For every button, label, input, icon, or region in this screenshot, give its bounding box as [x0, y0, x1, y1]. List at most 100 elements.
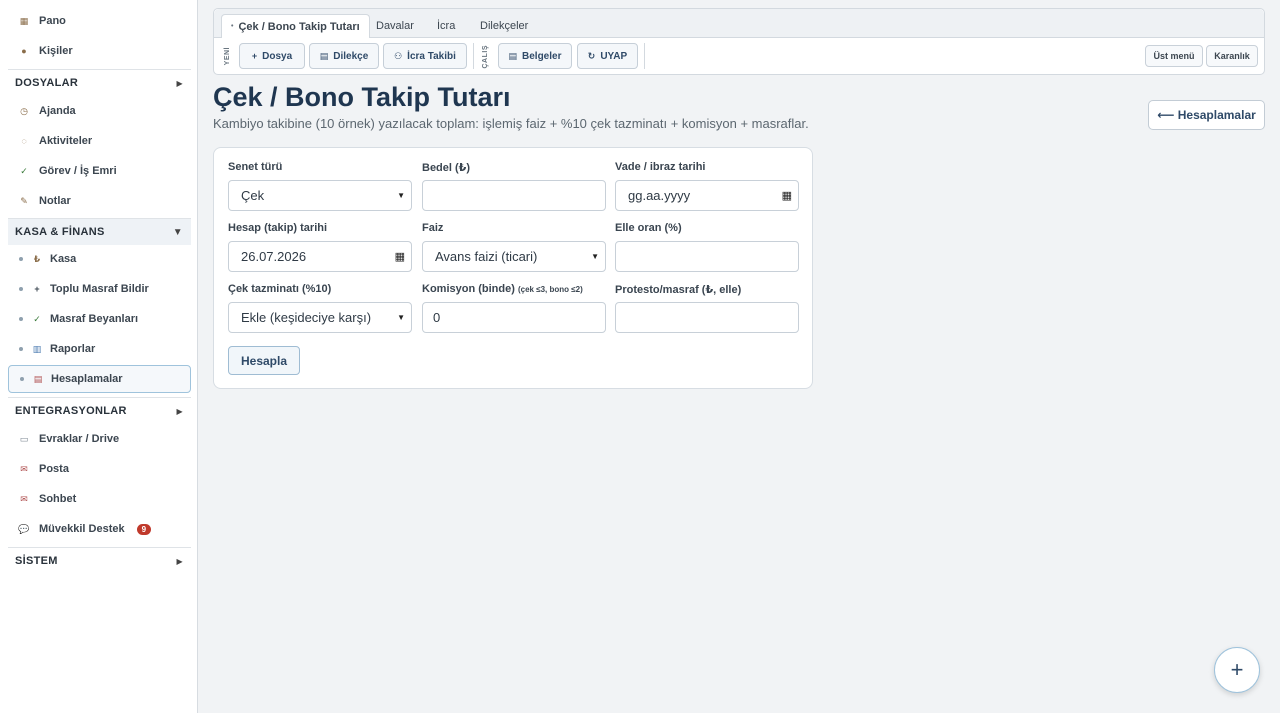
elle-oran-input[interactable]: [615, 241, 799, 272]
folder-icon: ▭: [19, 433, 29, 444]
new-dosya-button[interactable]: + Dosya: [239, 43, 305, 69]
calculation-form-card: Senet türü Çek ▼ Bedel (₺) Vade / ibraz …: [213, 147, 813, 389]
new-dilekce-button[interactable]: ▤ Dilekçe: [309, 43, 379, 69]
tab-strip: • Çek / Bono Takip Tutarı Davalar İcra D…: [214, 9, 1264, 38]
sidebar-item-label: Pano: [39, 15, 66, 27]
calendar-icon[interactable]: ▦: [782, 189, 792, 202]
chevron-right-icon: ▶: [176, 406, 183, 416]
sidebar-item-label: Toplu Masraf Bildir: [50, 283, 149, 295]
bedel-input[interactable]: [422, 180, 606, 211]
sidebar-item-hesaplamalar[interactable]: ▤ Hesaplamalar: [8, 365, 191, 393]
cek-tazminati-select[interactable]: Ekle (keşideciye karşı) ▼: [228, 302, 412, 333]
tab-label: İcra: [437, 20, 456, 32]
sidebar-item-notlar[interactable]: ✎ Notlar: [8, 187, 191, 215]
mail-icon: ✉: [20, 463, 28, 474]
komisyon-input[interactable]: 0: [422, 302, 606, 333]
belgeler-button[interactable]: ▤ Belgeler: [498, 43, 572, 69]
sidebar-item-sohbet[interactable]: ✉ Sohbet: [8, 485, 191, 513]
sidebar-item-evraklar[interactable]: ▭ Evraklar / Drive: [8, 425, 191, 453]
select-value: Avans faizi (ticari): [435, 249, 538, 264]
sidebar-item-gorev[interactable]: ✓ Görev / İş Emri: [8, 157, 191, 185]
chevron-down-icon: ▼: [397, 313, 405, 322]
tab-icra[interactable]: İcra: [437, 14, 455, 38]
komisyon-label-text: Komisyon (binde): [422, 283, 515, 295]
sidebar-item-masraf-beyanlari[interactable]: ✓ Masraf Beyanları: [8, 305, 191, 333]
back-to-hesaplamalar-button[interactable]: ⟵ Hesaplamalar: [1148, 100, 1265, 130]
vade-label: Vade / ibraz tarihi: [615, 161, 706, 173]
protesto-input[interactable]: [615, 302, 799, 333]
add-fab-button[interactable]: +: [1214, 647, 1260, 693]
tab-label: Çek / Bono Takip Tutarı: [238, 20, 360, 33]
chevron-down-icon: ▼: [172, 226, 183, 238]
plus-icon: +: [251, 51, 258, 61]
sidebar-item-pano[interactable]: ▦ Pano: [8, 7, 191, 35]
protesto-label: Protesto/masraf (₺, elle): [615, 284, 742, 296]
komisyon-label: Komisyon (binde) (çek ≤3, bono ≤2): [422, 283, 583, 295]
sidebar: ▦ Pano ● Kişiler DOSYALAR ▶ ◷ Ajanda ◌ A…: [0, 0, 198, 713]
bullet-icon: [19, 347, 23, 351]
hesap-tarihi-label: Hesap (takip) tarihi: [228, 222, 328, 234]
calendar-icon[interactable]: ▦: [395, 250, 405, 263]
chevron-right-icon: ▶: [176, 78, 183, 88]
senet-turu-select[interactable]: Çek ▼: [228, 180, 412, 211]
bullet-icon: [19, 287, 23, 291]
section-label: ENTEGRASYONLAR: [15, 405, 127, 417]
chevron-down-icon: ▼: [397, 191, 405, 200]
new-icra-takibi-button[interactable]: ⚇ İcra Takibi: [383, 43, 467, 69]
sidebar-item-label: Aktiviteler: [39, 135, 93, 147]
faiz-label: Faiz: [422, 222, 444, 234]
tab-davalar[interactable]: Davalar: [376, 14, 414, 38]
faiz-select[interactable]: Avans faizi (ticari) ▼: [422, 241, 606, 272]
tab-dilekceler[interactable]: Dilekçeler: [480, 14, 528, 38]
sidebar-item-label: Raporlar: [50, 343, 96, 355]
button-label: Üst menü: [1153, 51, 1195, 61]
sidebar-item-posta[interactable]: ✉ Posta: [8, 455, 191, 483]
plus-icon: +: [34, 284, 40, 294]
tab-label: Dilekçeler: [480, 20, 529, 32]
chevron-down-icon: ▼: [591, 252, 599, 261]
sidebar-item-muvekkil-destek[interactable]: 💬 Müvekkil Destek 9: [8, 515, 191, 543]
sidebar-item-label: Hesaplamalar: [51, 373, 123, 385]
section-sistem[interactable]: SİSTEM ▶: [8, 547, 191, 574]
vade-date-input[interactable]: gg.aa.yyyy ▦: [615, 180, 799, 211]
page-title: Çek / Bono Takip Tutarı: [213, 82, 511, 112]
check-icon: ✓: [20, 165, 28, 176]
section-dosyalar[interactable]: DOSYALAR ▶: [8, 69, 191, 96]
sidebar-item-aktiviteler[interactable]: ◌ Aktiviteler: [8, 127, 191, 155]
activity-icon: ◌: [21, 136, 27, 146]
cek-tazminati-label: Çek tazminatı (%10): [228, 283, 332, 295]
button-label: UYAP: [600, 50, 628, 62]
button-label: Dilekçe: [333, 50, 369, 62]
dark-mode-button[interactable]: Karanlık: [1206, 45, 1258, 67]
page-subtitle: Kambiyo takibine (10 örnek) yazılacak to…: [213, 116, 809, 131]
top-menu-toggle-button[interactable]: Üst menü: [1145, 45, 1203, 67]
uyap-button[interactable]: ↻ UYAP: [577, 43, 638, 69]
button-label: İcra Takibi: [407, 50, 456, 62]
hesapla-button[interactable]: Hesapla: [228, 346, 300, 375]
section-entegrasyonlar[interactable]: ENTEGRASYONLAR ▶: [8, 397, 191, 424]
sidebar-item-label: Evraklar / Drive: [39, 433, 120, 445]
bedel-label: Bedel (₺): [422, 162, 470, 174]
sidebar-item-kisiler[interactable]: ● Kişiler: [8, 37, 191, 65]
tab-label: Davalar: [376, 20, 414, 32]
komisyon-hint: (çek ≤3, bono ≤2): [517, 285, 583, 294]
toolbar-divider: [473, 43, 474, 69]
section-label: KASA & FİNANS: [15, 226, 105, 238]
section-kasa-finans[interactable]: KASA & FİNANS ▼: [8, 218, 191, 245]
section-label: SİSTEM: [15, 555, 58, 567]
refresh-icon: ↻: [587, 50, 596, 61]
sidebar-item-toplu-masraf[interactable]: + Toplu Masraf Bildir: [8, 275, 191, 303]
sidebar-item-ajanda[interactable]: ◷ Ajanda: [8, 97, 191, 125]
sidebar-item-raporlar[interactable]: ▥ Raporlar: [8, 335, 191, 363]
mail-icon: ✉: [20, 493, 28, 504]
group-label-calis: ÇALIŞ: [482, 45, 489, 69]
button-label: Karanlık: [1214, 51, 1250, 61]
sidebar-item-label: Müvekkil Destek: [39, 523, 125, 535]
sidebar-item-kasa[interactable]: ₺ Kasa: [8, 245, 191, 273]
tab-cek-bono[interactable]: • Çek / Bono Takip Tutarı: [221, 14, 370, 38]
document-icon: ▤: [319, 50, 329, 61]
chart-icon: ▥: [32, 343, 42, 354]
contacts-icon: ●: [21, 46, 27, 56]
hesap-tarihi-input[interactable]: 26.07.2026 ▦: [228, 241, 412, 272]
button-label: Dosya: [262, 50, 293, 62]
